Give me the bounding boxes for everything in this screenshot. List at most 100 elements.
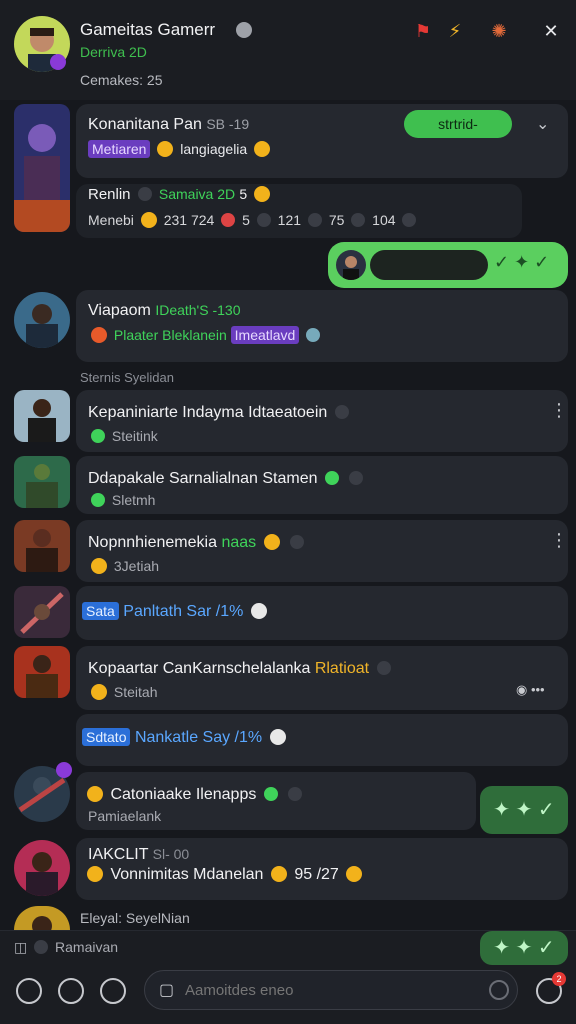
shield-icon <box>87 786 103 802</box>
drop-icon <box>306 328 321 342</box>
react-button[interactable]: ✦ ✦ ✓ <box>480 786 568 834</box>
smile-icon <box>91 684 107 700</box>
header-subtitle: Derriva 2D <box>80 44 147 60</box>
list-item-title-green: naas <box>221 534 257 551</box>
list-item[interactable]: Ddapakale Sarnalialnan Stamen Sletmh <box>76 456 568 514</box>
status-badge <box>56 762 72 778</box>
user-icon <box>334 405 349 419</box>
stats-row-label: Menebi <box>88 212 134 228</box>
stats-value-2: 5 <box>242 212 250 228</box>
feed-card[interactable]: Konanitana Pan SB -19 Metiaren langiagel… <box>76 104 568 178</box>
coin-icon <box>254 186 271 202</box>
search-input[interactable] <box>185 979 485 1001</box>
row-thumbnail[interactable] <box>14 390 70 442</box>
online-icon <box>263 787 278 801</box>
smile-icon <box>157 141 174 157</box>
list-item-title: Ddapakale Sarnalialnan Stamen <box>88 470 318 487</box>
status-badge <box>50 54 66 70</box>
gear-icon <box>351 213 366 227</box>
list-item-num: 95 /27 <box>294 866 339 883</box>
more-icon[interactable]: ⋮ <box>550 400 568 421</box>
avatar-mini-icon <box>402 213 417 227</box>
feed-card[interactable]: Viapaom IDeath'S -130 Plaater Bleklanein… <box>76 290 568 362</box>
card-title: Viapaom <box>88 302 151 319</box>
status-tag: Sata <box>82 602 119 620</box>
list-item[interactable]: Sdtato Nankatle Say /1% <box>76 714 568 766</box>
online-icon <box>91 429 105 443</box>
list-item-sub: Pamiaelank <box>88 808 162 824</box>
player-avatar[interactable] <box>14 840 70 896</box>
list-item-title: Nopnnhienemekia <box>88 534 217 551</box>
more-icon[interactable]: ⋮ <box>550 530 568 551</box>
laugh-icon <box>87 866 103 882</box>
status-tag: Imeatlavd <box>230 326 300 344</box>
flag-icon[interactable]: ⚑ <box>412 20 434 42</box>
palette-icon[interactable]: ✺ <box>488 20 510 42</box>
close-icon[interactable]: ✕ <box>540 20 562 42</box>
list-item-title-extra: Sl- 00 <box>152 846 190 862</box>
player-avatar[interactable] <box>14 906 70 930</box>
smile-icon <box>269 729 286 745</box>
list-item-line: Vonnimitas Mdanelan <box>110 866 264 883</box>
laugh-icon <box>263 534 280 550</box>
sender-avatar <box>336 250 366 280</box>
card-title-extra: SB -19 <box>206 116 250 132</box>
search-icon[interactable] <box>58 978 84 1004</box>
feed-card-stats[interactable]: Renlin Samaiva 2D 5 Menebi 231 724 5 121… <box>76 184 522 238</box>
card-title: Konanitana Pan <box>88 116 202 133</box>
reaction-icons[interactable]: ✓ ✦ ✓ <box>494 252 549 273</box>
row-thumbnail[interactable] <box>14 646 70 698</box>
list-item[interactable]: Nopnnhienemekia naas 3Jetiah ⋮ <box>76 520 568 582</box>
header-meta: Cemakes: 25 <box>80 72 163 88</box>
user-icon <box>288 787 303 801</box>
stats-value-3: 121 <box>277 212 302 228</box>
search-input-wrapper[interactable]: ▢ <box>144 970 518 1010</box>
emoji-icon[interactable] <box>489 980 509 1000</box>
user-icon <box>290 535 305 549</box>
list-item-sub: 3Jetiah <box>113 558 160 574</box>
list-item[interactable]: IAKCLIT Sl- 00 Vonnimitas Mdanelan 95 /2… <box>76 838 568 900</box>
chat-icon[interactable] <box>100 978 126 1004</box>
list-item[interactable]: Catoniaake Ilenapps Pamiaelank <box>76 772 476 830</box>
bolt-icon[interactable]: ⚡ <box>444 20 466 42</box>
heart-icon[interactable] <box>16 978 42 1004</box>
react-button[interactable]: ✦ ✦ ✓ <box>480 931 568 965</box>
list-item-title: Kepaniniarte Indayma Idtaeatoein <box>88 404 328 421</box>
list-item[interactable]: Sata Panltath Sar /1% <box>76 586 568 640</box>
action-pill[interactable]: strtrid- <box>404 110 512 138</box>
grin-icon <box>140 212 157 228</box>
stats-num: 5 <box>239 186 248 202</box>
action-pill-label: strtrid- <box>438 116 478 132</box>
grin-icon <box>346 866 363 882</box>
list-item-title: Panltath Sar /1% <box>123 603 244 620</box>
grid-icon[interactable]: ◫ <box>14 939 27 955</box>
row-thumbnail[interactable] <box>14 456 70 508</box>
list-item-title: IAKCLIT <box>88 846 149 863</box>
list-item-title: Eleyal: SeyelNian <box>80 910 190 926</box>
list-item-sub: Steitink <box>111 428 158 444</box>
list-item-title: Catoniaake Ilenapps <box>110 786 257 803</box>
status-tag: Sdtato <box>82 728 131 746</box>
row-thumbnail[interactable] <box>14 586 70 638</box>
smile-icon <box>270 866 287 882</box>
more-icon[interactable]: ◉ ••• <box>516 682 545 698</box>
list-item-title: Nankatle Say /1% <box>134 729 263 746</box>
list-item-title-extra: Rlatioat <box>314 660 370 677</box>
chevron-down-icon[interactable]: ⌄ <box>536 114 549 134</box>
list-item-sub: Steitah <box>113 684 158 700</box>
stats-value-1: 231 724 <box>163 212 215 228</box>
laugh-icon <box>91 327 107 343</box>
card-line: Plaater Bleklanein <box>113 327 227 343</box>
user-icon <box>376 661 391 675</box>
game-thumbnail[interactable] <box>14 104 70 232</box>
chat-bubble-label <box>370 250 488 280</box>
stats-meta: Samaiva 2D <box>158 186 236 202</box>
row-thumbnail[interactable] <box>14 520 70 572</box>
chat-bubble-sent[interactable]: ✓ ✦ ✓ <box>328 242 568 288</box>
list-item[interactable]: Kepaniniarte Indayma Idtaeatoein Steitin… <box>76 390 568 452</box>
card-title-extra: IDeath'S -130 <box>155 302 241 318</box>
verified-icon <box>236 22 252 38</box>
stats-value-5: 104 <box>372 212 396 228</box>
list-item[interactable]: Kopaartar CanKarnschelalanka Rlatioat St… <box>76 646 568 710</box>
player-avatar[interactable] <box>14 292 70 348</box>
